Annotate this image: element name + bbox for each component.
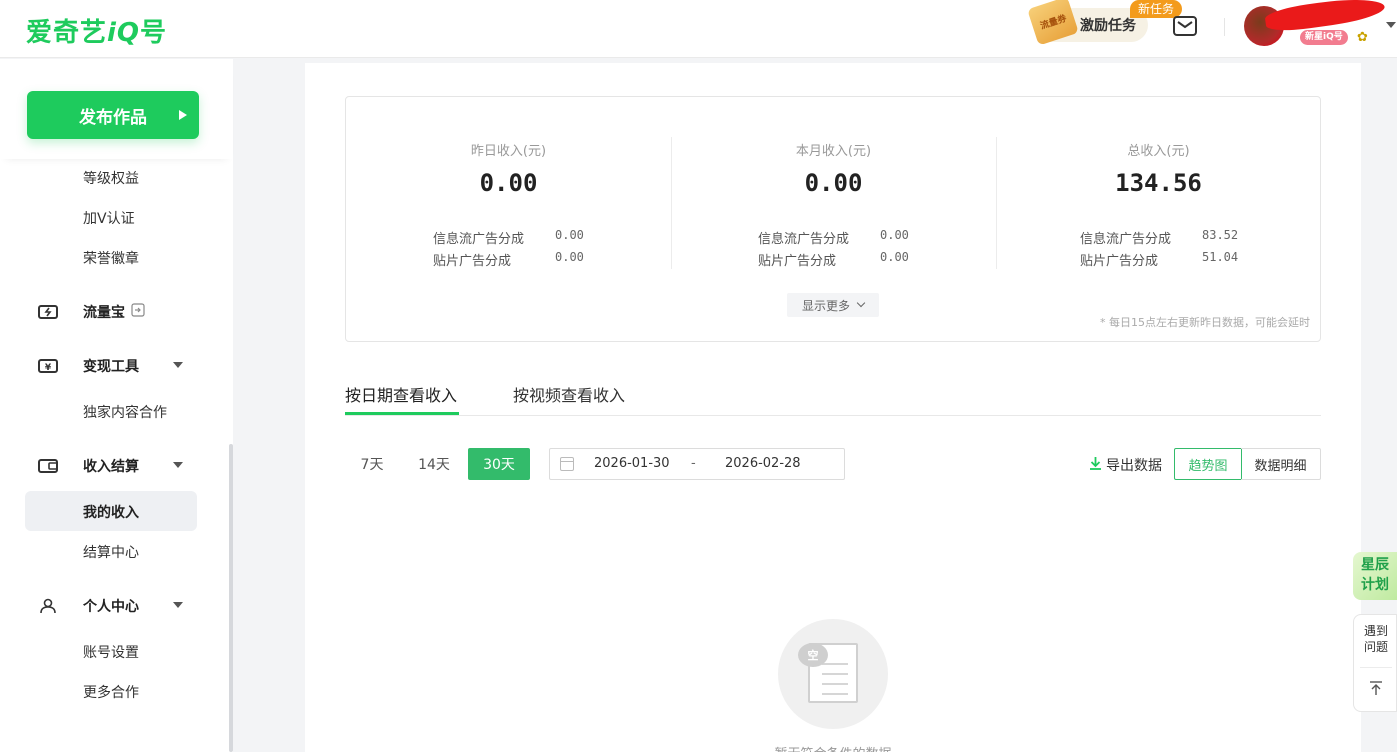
sidebar-item-settlement-center[interactable]: 结算中心 <box>83 542 139 562</box>
download-icon <box>1089 456 1102 474</box>
chevron-down-icon[interactable] <box>1386 22 1396 28</box>
date-separator: - <box>691 456 696 471</box>
income-view-tabs: 按日期查看收入 按视频查看收入 <box>345 373 1321 416</box>
external-link-icon <box>131 303 145 321</box>
empty-state-illustration: 空 <box>778 619 888 729</box>
chevron-down-icon[interactable] <box>173 362 183 368</box>
lightning-card-icon <box>38 304 58 320</box>
iqiyi-logo[interactable]: 爱奇艺iQ号 <box>26 12 167 49</box>
preroll-ad-row: 贴片广告分成 0.00 <box>433 250 584 269</box>
level-badge: 新星iQ号 <box>1300 30 1348 45</box>
sidebar-group-personal-center[interactable]: 个人中心 <box>38 596 139 616</box>
update-note: * 每日15点左右更新昨日数据，可能会延时 <box>1100 316 1310 329</box>
chevron-down-icon <box>856 298 866 308</box>
empty-state-text: 暂无符合条件的数据 <box>305 743 1361 752</box>
help-button[interactable]: 遇到 问题 <box>1354 623 1397 655</box>
preroll-ad-row: 贴片广告分成 51.04 <box>1080 250 1239 269</box>
range-30-days-button[interactable]: 30天 <box>468 448 530 480</box>
yen-card-icon: ¥ <box>38 358 58 374</box>
sidebar-scrollbar[interactable] <box>229 444 233 752</box>
empty-bubble-icon: 空 <box>798 643 828 667</box>
incentive-task-label: 激励任务 <box>1080 18 1136 34</box>
sidebar-item-account-settings[interactable]: 账号设置 <box>83 642 139 662</box>
active-tab-indicator <box>345 412 459 415</box>
wallet-icon <box>38 458 58 474</box>
sidebar-item-my-income[interactable]: 我的收入 <box>83 502 139 522</box>
trend-chart-toggle[interactable]: 趋势图 <box>1174 448 1242 480</box>
total-income-column: 总收入(元) 134.56 信息流广告分成 83.52 贴片广告分成 51.04 <box>996 97 1321 297</box>
tab-by-date[interactable]: 按日期查看收入 <box>345 382 457 406</box>
export-data-button[interactable]: 导出数据 <box>1089 455 1162 475</box>
show-more-button[interactable]: 显示更多 <box>787 293 879 317</box>
play-triangle-icon <box>179 110 187 120</box>
top-header: 爱奇艺iQ号 激励任务 流量券 新任务 新星iQ号 ✿ <box>0 0 1397 58</box>
bee-icon: ✿ <box>1357 30 1368 45</box>
feed-ad-row: 信息流广告分成 83.52 <box>1080 228 1239 247</box>
yesterday-income-column: 昨日收入(元) 0.00 信息流广告分成 0.00 贴片广告分成 0.00 <box>346 97 671 297</box>
sidebar-item-honor-badges[interactable]: 荣誉徽章 <box>83 248 139 268</box>
sidebar-group-liuliangbao[interactable]: 流量宝 <box>38 302 145 322</box>
person-icon <box>38 598 58 614</box>
publish-button[interactable]: 发布作品 <box>27 91 199 139</box>
calendar-icon <box>560 457 574 471</box>
feed-ad-row: 信息流广告分成 0.00 <box>433 228 584 247</box>
chevron-down-icon[interactable] <box>173 462 183 468</box>
end-date[interactable]: 2026-02-28 <box>725 456 801 471</box>
total-income-value: 134.56 <box>1115 169 1202 197</box>
back-to-top-icon[interactable] <box>1370 681 1382 695</box>
floating-help-panel: 遇到 问题 <box>1353 614 1397 712</box>
month-income-label: 本月收入(元) <box>795 144 872 159</box>
data-detail-toggle[interactable]: 数据明细 <box>1241 448 1321 480</box>
total-income-label: 总收入(元) <box>1127 144 1190 159</box>
mail-icon[interactable] <box>1173 16 1197 36</box>
range-14-days-button[interactable]: 14天 <box>407 448 461 480</box>
preroll-ad-row: 贴片广告分成 0.00 <box>758 250 909 269</box>
svg-text:¥: ¥ <box>45 363 52 373</box>
range-7-days-button[interactable]: 7天 <box>345 448 399 480</box>
tab-by-video[interactable]: 按视频查看收入 <box>513 382 625 406</box>
chevron-down-icon[interactable] <box>173 602 183 608</box>
start-date[interactable]: 2026-01-30 <box>594 456 670 471</box>
income-summary-card: 昨日收入(元) 0.00 信息流广告分成 0.00 贴片广告分成 0.00 本月收入… <box>345 96 1321 342</box>
month-income-column: 本月收入(元) 0.00 信息流广告分成 0.00 贴片广告分成 0.00 <box>671 97 996 297</box>
yesterday-income-value: 0.00 <box>479 169 538 197</box>
star-plan-button[interactable]: 星辰 计划 <box>1353 552 1397 600</box>
feed-ad-row: 信息流广告分成 0.00 <box>758 228 909 247</box>
date-range-picker[interactable]: 2026-01-30 - 2026-02-28 <box>549 448 845 480</box>
yesterday-income-label: 昨日收入(元) <box>470 144 547 159</box>
sidebar-group-income-settlement[interactable]: 收入结算 <box>38 456 139 476</box>
sidebar-item-v-verify[interactable]: 加V认证 <box>83 208 135 228</box>
sidebar-group-monetize-tools[interactable]: ¥ 变现工具 <box>38 356 139 376</box>
sidebar: 发布作品 等级权益 加V认证 荣誉徽章 流量宝 ¥ 变现工具 独家内容合作 收入… <box>0 59 233 752</box>
sidebar-item-more-cooperation[interactable]: 更多合作 <box>83 682 139 702</box>
month-income-value: 0.00 <box>804 169 863 197</box>
header-divider <box>1224 18 1225 36</box>
sidebar-item-exclusive-content[interactable]: 独家内容合作 <box>83 402 167 422</box>
main-content: 昨日收入(元) 0.00 信息流广告分成 0.00 贴片广告分成 0.00 本月收入… <box>305 63 1361 752</box>
sidebar-item-level-benefits[interactable]: 等级权益 <box>83 168 139 188</box>
